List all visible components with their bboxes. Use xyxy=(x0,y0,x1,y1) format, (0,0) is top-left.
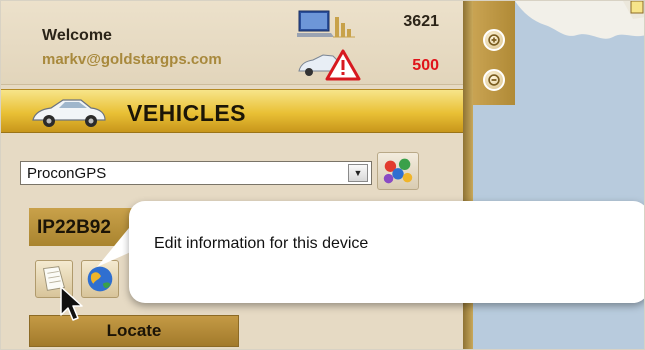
chevron-down-icon[interactable]: ▼ xyxy=(348,164,368,182)
group-select[interactable]: ProconGPS ▼ xyxy=(20,161,372,185)
zoom-out-icon[interactable] xyxy=(483,69,505,91)
app-frame: Welcome markv@goldstargps.com 3621 500 V… xyxy=(0,0,645,350)
group-manager-icon[interactable] xyxy=(377,152,419,190)
laptop-icon xyxy=(297,10,355,38)
user-email: markv@goldstargps.com xyxy=(42,51,222,68)
car-alert-icon xyxy=(298,49,361,81)
vehicles-title: VEHICLES xyxy=(127,100,247,126)
welcome-label: Welcome xyxy=(42,27,112,44)
account-header: Welcome markv@goldstargps.com 3621 500 xyxy=(1,1,463,85)
active-device-count: 3621 xyxy=(403,13,439,30)
group-select-value: ProconGPS xyxy=(27,164,107,182)
zoom-in-icon[interactable] xyxy=(483,29,505,51)
vehicles-section-bar[interactable]: VEHICLES xyxy=(1,89,463,133)
car-icon xyxy=(32,99,106,127)
tooltip-text: Edit information for this device xyxy=(154,235,369,252)
edit-device-tooltip: Edit information for this device xyxy=(129,201,644,303)
alert-count: 500 xyxy=(412,57,439,74)
mouse-cursor-icon xyxy=(60,286,83,321)
